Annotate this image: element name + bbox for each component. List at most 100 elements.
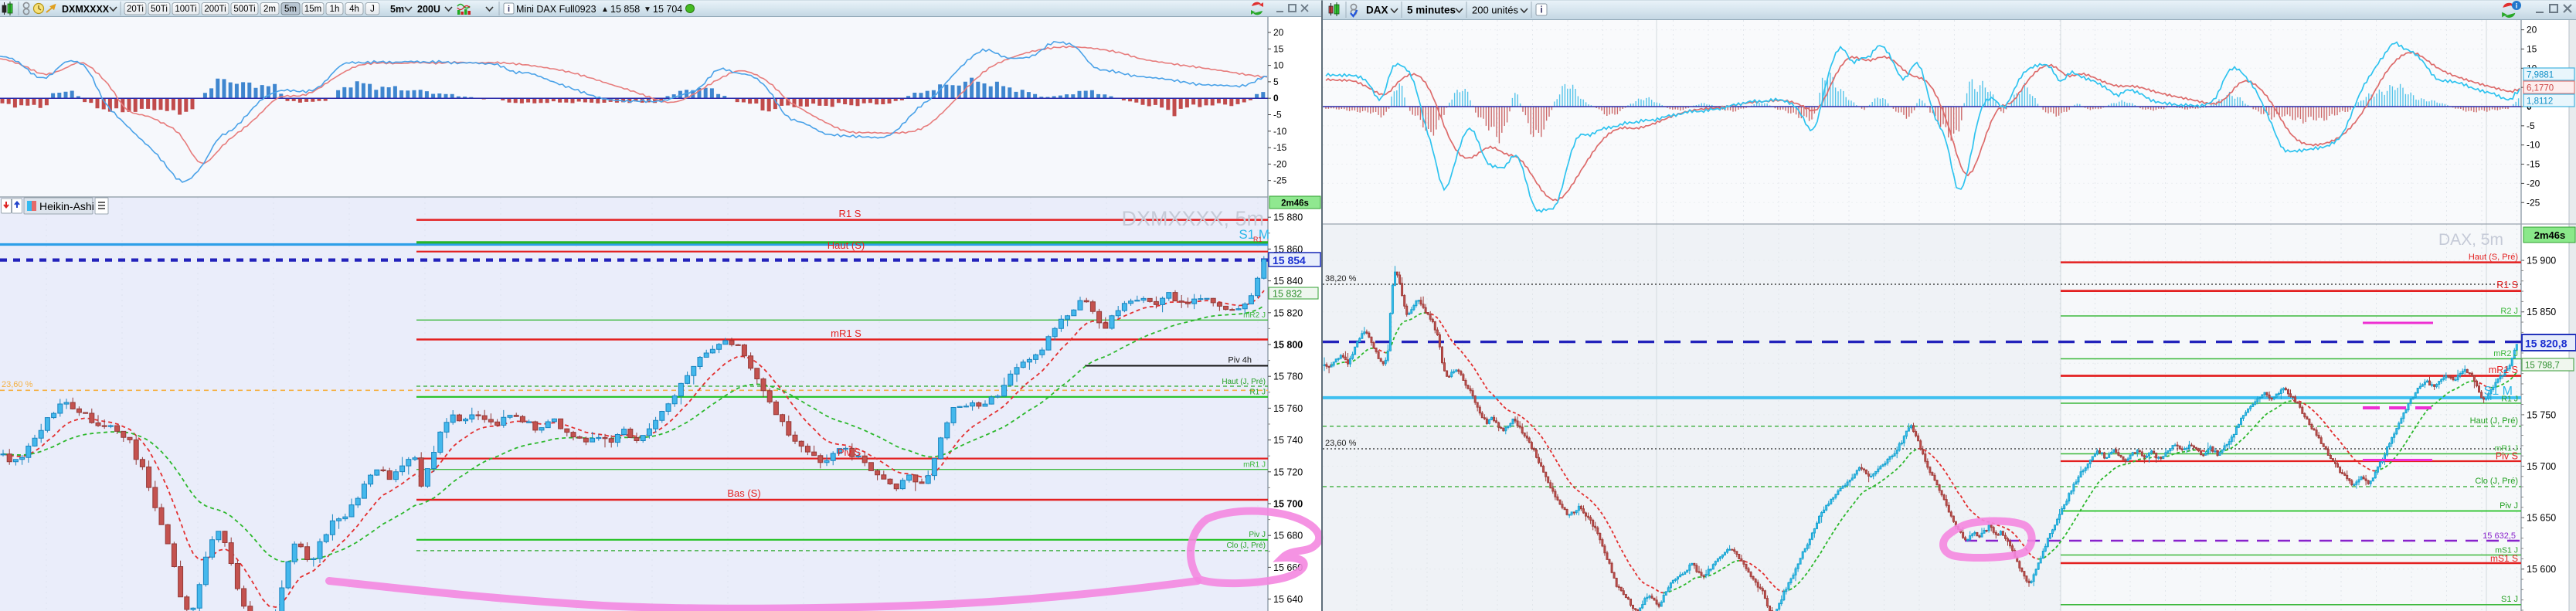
svg-text:Mini DAX Full0923: Mini DAX Full0923 bbox=[516, 4, 596, 15]
svg-text:23,60 %: 23,60 % bbox=[2, 380, 33, 389]
svg-text:15 650: 15 650 bbox=[2527, 513, 2556, 524]
svg-text:-15: -15 bbox=[1273, 142, 1287, 153]
svg-text:DAX: DAX bbox=[1366, 5, 1388, 16]
svg-text:15 600: 15 600 bbox=[2527, 564, 2556, 575]
svg-text:20Ti: 20Ti bbox=[127, 5, 144, 14]
svg-text:Clo (J, Pré): Clo (J, Pré) bbox=[2475, 477, 2518, 486]
svg-text:6,1770: 6,1770 bbox=[2527, 84, 2554, 93]
svg-text:-20: -20 bbox=[2527, 178, 2540, 188]
svg-text:mR1 S: mR1 S bbox=[2489, 365, 2518, 375]
svg-text:Haut (S): Haut (S) bbox=[828, 239, 865, 251]
svg-text:15 840: 15 840 bbox=[1273, 276, 1303, 287]
svg-text:15 800: 15 800 bbox=[1273, 340, 1303, 351]
svg-text:5m: 5m bbox=[284, 5, 297, 14]
svg-text:20: 20 bbox=[1273, 27, 1284, 38]
svg-text:R1 J: R1 J bbox=[1249, 389, 1266, 397]
svg-text:R1 S: R1 S bbox=[839, 208, 861, 219]
svg-text:Haut (S, Pré): Haut (S, Pré) bbox=[2469, 253, 2518, 262]
svg-text:i: i bbox=[1540, 5, 1542, 15]
svg-text:-5: -5 bbox=[1273, 110, 1282, 121]
svg-text:Piv S: Piv S bbox=[2496, 451, 2518, 462]
svg-text:2m: 2m bbox=[263, 5, 276, 14]
svg-text:15 700: 15 700 bbox=[2527, 461, 2556, 472]
svg-text:15: 15 bbox=[2527, 43, 2537, 54]
svg-text:Bas (S): Bas (S) bbox=[727, 487, 760, 499]
svg-text:1h: 1h bbox=[330, 5, 340, 14]
svg-text:R1: R1 bbox=[1253, 236, 1263, 243]
svg-text:-5: -5 bbox=[2527, 121, 2535, 131]
svg-text:mR2 J: mR2 J bbox=[2493, 349, 2518, 358]
svg-text:R2 J: R2 J bbox=[2500, 307, 2518, 316]
svg-text:-20: -20 bbox=[1273, 158, 1287, 169]
svg-text:DXMXXXX: DXMXXXX bbox=[62, 4, 110, 15]
svg-text:15 760: 15 760 bbox=[1273, 403, 1303, 414]
svg-text:15 780: 15 780 bbox=[1273, 372, 1303, 382]
svg-text:DAX, 5m: DAX, 5m bbox=[2438, 231, 2503, 249]
svg-text:5: 5 bbox=[1273, 76, 1279, 87]
svg-text:500Ti: 500Ti bbox=[233, 5, 255, 14]
svg-text:Heikin-Ashi: Heikin-Ashi bbox=[39, 200, 94, 212]
svg-text:4h: 4h bbox=[349, 5, 359, 14]
svg-text:-25: -25 bbox=[2527, 197, 2540, 208]
svg-text:15 632,5: 15 632,5 bbox=[2483, 531, 2516, 541]
svg-text:15 854: 15 854 bbox=[1273, 254, 1306, 266]
svg-text:i: i bbox=[2516, 2, 2518, 10]
svg-text:Piv 4h: Piv 4h bbox=[1228, 356, 1252, 365]
svg-text:38,20 %: 38,20 % bbox=[1325, 274, 1357, 283]
svg-text:200 unités: 200 unités bbox=[1472, 5, 1518, 16]
svg-text:S1 J: S1 J bbox=[2501, 595, 2518, 604]
svg-text:mR1 J: mR1 J bbox=[1243, 461, 1266, 470]
svg-text:-10: -10 bbox=[2527, 140, 2540, 151]
svg-text:200U: 200U bbox=[417, 4, 440, 15]
svg-text:15 820: 15 820 bbox=[1273, 307, 1303, 318]
svg-text:15m: 15m bbox=[304, 5, 321, 14]
svg-text:15 700: 15 700 bbox=[1273, 499, 1303, 510]
svg-text:Piv S: Piv S bbox=[838, 446, 861, 458]
svg-text:20: 20 bbox=[2527, 25, 2537, 36]
svg-text:100Ti: 100Ti bbox=[175, 5, 196, 14]
svg-text:15: 15 bbox=[1273, 43, 1284, 54]
svg-text:15 704: 15 704 bbox=[653, 4, 682, 15]
svg-text:15 832: 15 832 bbox=[1273, 289, 1302, 300]
svg-text:Haut (J, Pré): Haut (J, Pré) bbox=[2470, 416, 2518, 426]
svg-text:15 640: 15 640 bbox=[1273, 594, 1303, 605]
svg-text:15 750: 15 750 bbox=[2527, 409, 2556, 420]
svg-text:mS1 S: mS1 S bbox=[2490, 553, 2518, 564]
svg-text:-10: -10 bbox=[1273, 126, 1287, 137]
svg-text:2m46s: 2m46s bbox=[2534, 229, 2565, 241]
svg-text:5m: 5m bbox=[390, 4, 404, 15]
svg-text:23,60 %: 23,60 % bbox=[1325, 439, 1357, 448]
svg-text:DXMXXXX, 5m: DXMXXXX, 5m bbox=[1121, 207, 1264, 230]
svg-text:Piv J: Piv J bbox=[2500, 501, 2518, 511]
svg-text:15 740: 15 740 bbox=[1273, 435, 1303, 446]
svg-text:50Ti: 50Ti bbox=[151, 5, 168, 14]
svg-text:5 minutes: 5 minutes bbox=[1407, 5, 1456, 16]
svg-text:R1 S: R1 S bbox=[2496, 280, 2518, 290]
svg-text:15 798,7: 15 798,7 bbox=[2525, 362, 2560, 371]
svg-text:▼: ▼ bbox=[644, 5, 651, 14]
svg-text:2m46s: 2m46s bbox=[1281, 199, 1309, 209]
svg-text:R1 J: R1 J bbox=[2501, 395, 2518, 404]
svg-text:-15: -15 bbox=[2527, 159, 2540, 170]
svg-text:mR1 S: mR1 S bbox=[831, 328, 861, 339]
svg-text:Clo (J, Pré): Clo (J, Pré) bbox=[1226, 541, 1266, 550]
svg-text:15 850: 15 850 bbox=[2527, 307, 2556, 317]
svg-text:J: J bbox=[370, 5, 375, 14]
svg-text:10: 10 bbox=[1273, 60, 1284, 71]
svg-text:▲: ▲ bbox=[601, 5, 609, 14]
svg-text:200Ti: 200Ti bbox=[204, 5, 226, 14]
svg-text:Haut (J, Pré): Haut (J, Pré) bbox=[1222, 378, 1266, 386]
svg-text:Piv J: Piv J bbox=[1249, 531, 1266, 539]
svg-text:-25: -25 bbox=[1273, 175, 1287, 186]
svg-text:15 680: 15 680 bbox=[1273, 531, 1303, 541]
svg-text:15 858: 15 858 bbox=[610, 4, 640, 15]
svg-text:0: 0 bbox=[1273, 93, 1279, 104]
svg-text:15 720: 15 720 bbox=[1273, 467, 1303, 477]
svg-text:1,8112: 1,8112 bbox=[2527, 97, 2553, 107]
svg-text:7,9881: 7,9881 bbox=[2527, 71, 2554, 80]
svg-text:mR2 J: mR2 J bbox=[1243, 311, 1266, 320]
svg-text:15 900: 15 900 bbox=[2527, 256, 2556, 266]
svg-text:i: i bbox=[508, 5, 510, 14]
svg-text:15 880: 15 880 bbox=[1273, 212, 1303, 223]
svg-text:15 820,8: 15 820,8 bbox=[2525, 338, 2568, 350]
